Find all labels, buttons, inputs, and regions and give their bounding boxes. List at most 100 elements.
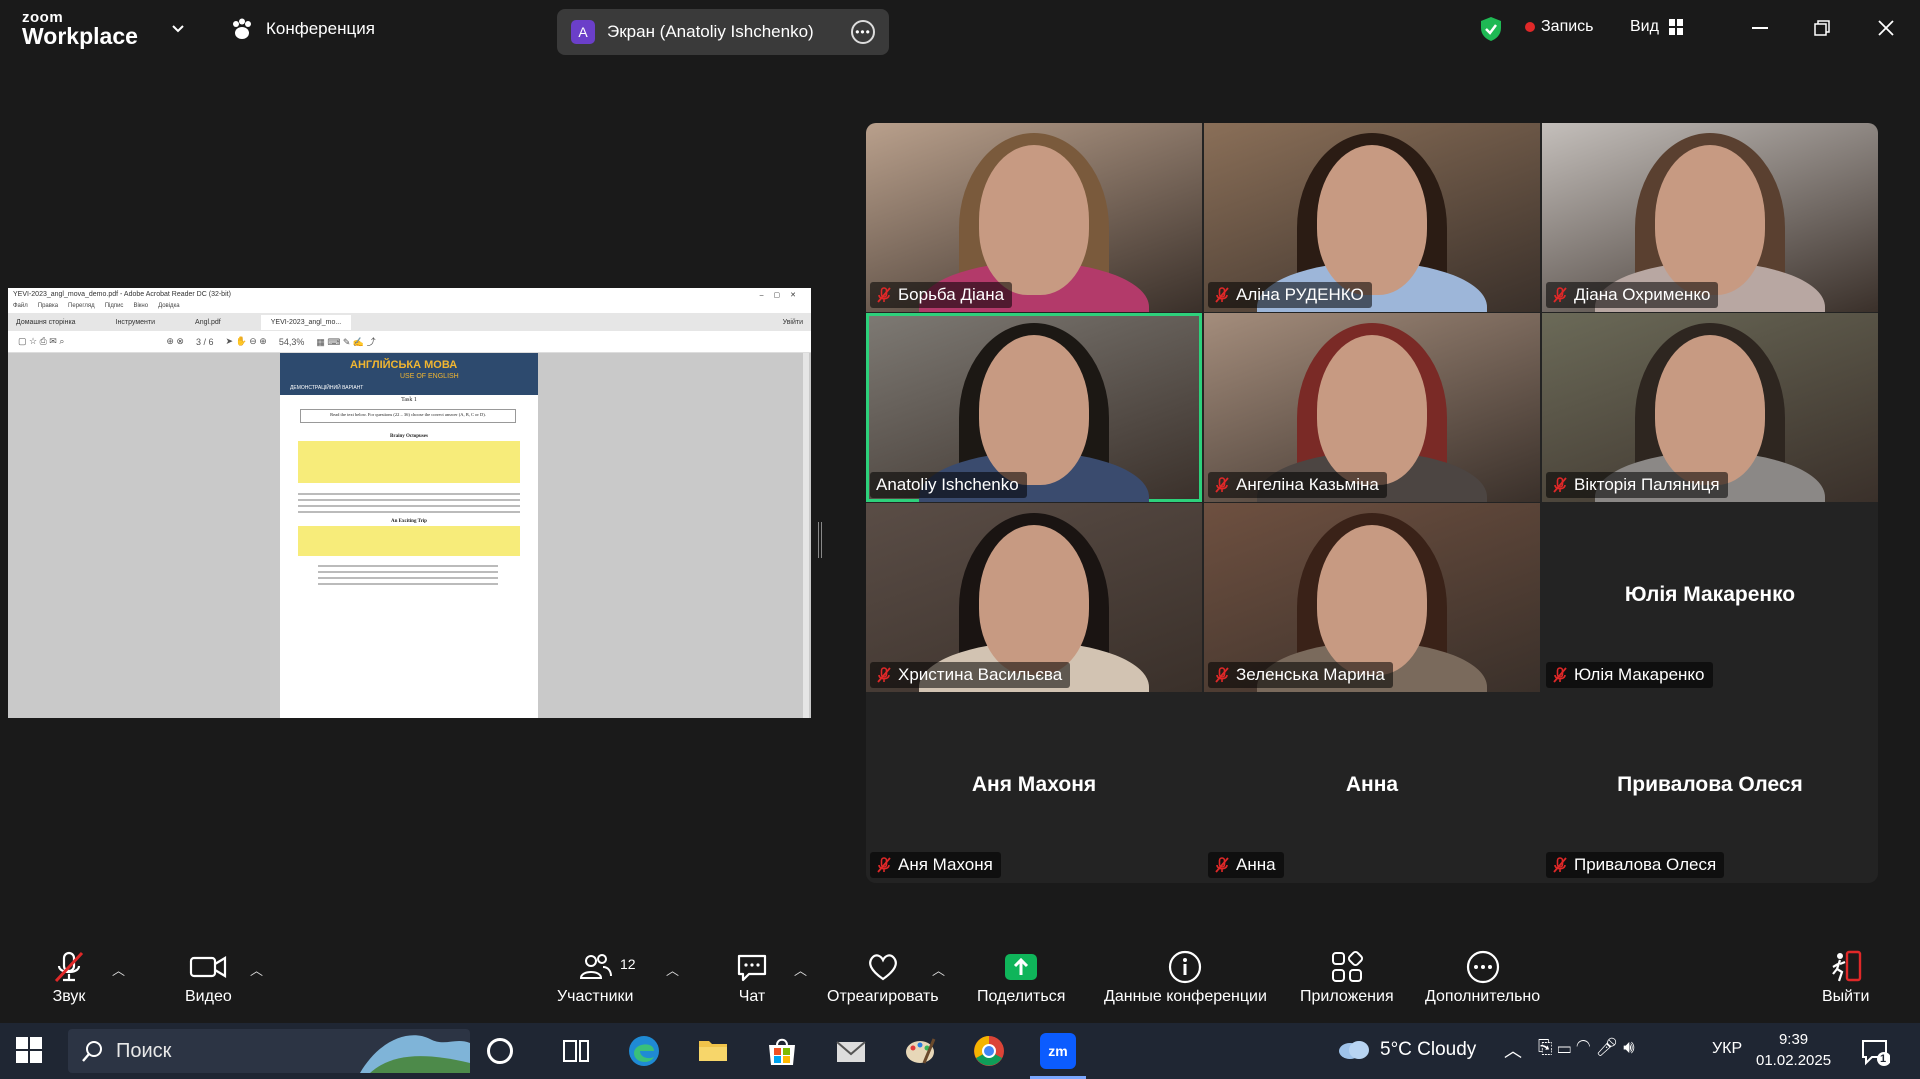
acrobat-document-area: АНГЛІЙСЬКА МОВА USE OF ENGLISH ДЕМОНСТРА… (8, 353, 811, 718)
acrobat-tab-home: Домашня сторінка (16, 318, 76, 326)
meeting-label: Конференция (266, 19, 375, 38)
shared-screen[interactable]: YEVI-2023_angl_mova_demo.pdf - Adobe Acr… (8, 288, 811, 718)
participant-display-name: Юлія Макаренко (1624, 583, 1796, 606)
restore-button[interactable] (1802, 12, 1842, 44)
apps-button[interactable]: Приложения (1300, 950, 1394, 1006)
participant-tile[interactable]: Вікторія Паляниця (1542, 313, 1878, 502)
edge-browser-icon[interactable] (626, 1033, 662, 1069)
view-button[interactable]: Вид (1630, 18, 1683, 36)
minimize-icon (1752, 27, 1768, 29)
participant-name: Аліна РУДЕНКО (1236, 285, 1364, 304)
mail-icon[interactable] (833, 1033, 869, 1069)
taskbar-search[interactable]: Поиск (68, 1029, 470, 1073)
participant-name: Діана Охрименко (1574, 285, 1711, 304)
participant-name: Anatoliy Ishchenko (876, 475, 1019, 494)
participant-name-label: Зеленська Марина (1208, 662, 1393, 688)
meeting-toolbar: Звук ︿ Видео ︿ Участники 12 ︿ Чат ︿ Отре… (0, 940, 1920, 1023)
participant-tile[interactable]: Привалова Олеся Привалова Олеся (1542, 693, 1878, 882)
mic-muted-icon (54, 951, 84, 983)
chrome-icon[interactable] (971, 1033, 1007, 1069)
cortana-icon[interactable] (487, 1038, 513, 1064)
record-dot-icon (1525, 22, 1535, 32)
chat-button[interactable]: Чат (735, 950, 769, 1006)
participant-tile[interactable]: Анна Анна (1204, 693, 1540, 882)
pdf-options-row (298, 505, 520, 507)
weather-label[interactable]: 5°C Cloudy (1380, 1039, 1476, 1061)
chevron-down-icon[interactable] (172, 22, 184, 34)
clock-time: 9:39 (1778, 1031, 1809, 1048)
participant-tile[interactable]: Христина Васильєва (866, 503, 1202, 692)
more-options-icon[interactable]: ••• (851, 20, 875, 44)
pdf-subtitle: USE OF ENGLISH (400, 373, 459, 380)
security-shield-icon[interactable] (1480, 16, 1502, 42)
record-label: Запись (1541, 18, 1594, 35)
ms-store-icon[interactable] (764, 1033, 800, 1069)
pdf-title: АНГЛІЙСЬКА МОВА (350, 359, 458, 371)
audio-button[interactable]: Звук (52, 950, 86, 1006)
pdf-page: АНГЛІЙСЬКА МОВА USE OF ENGLISH ДЕМОНСТРА… (280, 353, 538, 718)
participant-tile[interactable]: Anatoliy Ishchenko (866, 313, 1202, 502)
tray-expand-icon[interactable]: ︿ (1504, 1037, 1522, 1063)
acrobat-tab-angl: Angl.pdf (195, 318, 221, 326)
zoom-app-icon[interactable]: zm (1040, 1033, 1076, 1069)
acrobat-menu-item: Вікно (133, 303, 149, 309)
meeting-info-button[interactable]: Конференция (230, 18, 375, 40)
participant-tile[interactable]: Зеленська Марина (1204, 503, 1540, 692)
video-button[interactable]: Видео (185, 950, 232, 1006)
participant-name-label: Діана Охрименко (1546, 282, 1719, 308)
acrobat-sign-in: Увійти (782, 318, 803, 326)
pdf-options-row (318, 565, 498, 567)
share-screen-icon (1005, 954, 1038, 980)
video-gallery: Борьба Діана Аліна РУДЕНКО Діана Охрименко… (866, 123, 1878, 883)
participant-tile[interactable]: Юлія Макаренко Юлія Макаренко (1542, 503, 1878, 692)
participant-name: Вікторія Паляниця (1574, 475, 1720, 494)
pdf-text-block (298, 441, 520, 483)
participant-name: Борьба Діана (898, 285, 1005, 304)
participant-display-name: Привалова Олеся (1617, 773, 1803, 796)
task-view-icon[interactable] (558, 1033, 594, 1069)
react-button[interactable]: Отреагировать (827, 950, 939, 1006)
participant-tile[interactable]: Аліна РУДЕНКО (1204, 123, 1540, 312)
participants-caret-icon[interactable]: ︿ (666, 960, 679, 979)
screen-share-pill[interactable]: A Экран (Anatoliy Ishchenko) ••• (557, 9, 889, 55)
chat-caret-icon[interactable]: ︿ (794, 960, 807, 979)
mic-muted-icon (1215, 477, 1229, 493)
acrobat-tabs: Домашня сторінка Інструменти Angl.pdf YE… (8, 313, 811, 331)
participant-video-face (979, 335, 1089, 485)
mic-muted-icon (1553, 287, 1567, 303)
participant-tile[interactable]: Аня Махоня Аня Махоня (866, 693, 1202, 882)
participant-name: Аня Махоня (898, 855, 993, 874)
acrobat-toolbar: ▢ ☆ ⎙ ✉ ⌕ ⊕ ⊗ 3 / 6 ➤ ✋ ⊖ ⊕ 54,3% ▦ ⌨ ✎ … (8, 331, 811, 353)
participant-name-label: Ангеліна Казьміна (1208, 472, 1387, 498)
recording-indicator[interactable]: Запись (1525, 18, 1594, 36)
participant-display-name: Анна (1345, 773, 1399, 796)
participant-name: Привалова Олеся (1574, 855, 1717, 874)
participants-label: Участники (557, 988, 634, 1005)
mic-muted-icon (1553, 667, 1567, 683)
video-caret-icon[interactable]: ︿ (250, 960, 263, 979)
pdf-options-row (318, 571, 498, 573)
close-button[interactable] (1866, 12, 1906, 44)
taskbar-clock[interactable]: 9:39 01.02.2025 (1756, 1029, 1831, 1071)
windows-start-icon[interactable] (16, 1037, 42, 1063)
participant-name-label: Аня Махоня (870, 852, 1001, 878)
acrobat-tab-tools: Інструменти (115, 318, 156, 326)
participant-tile[interactable]: Ангеліна Казьміна (1204, 313, 1540, 502)
paint-icon[interactable] (902, 1033, 938, 1069)
file-explorer-icon[interactable] (695, 1033, 731, 1069)
react-caret-icon[interactable]: ︿ (932, 960, 945, 979)
participant-tile[interactable]: Борьба Діана (866, 123, 1202, 312)
minimize-button[interactable] (1740, 12, 1780, 44)
tray-icons[interactable]: ⎘ ▭ ◠ 🎤︎ 🔊︎ (1538, 1037, 1635, 1058)
language-indicator[interactable]: УКР (1712, 1040, 1742, 1058)
participant-tile[interactable]: Діана Охрименко (1542, 123, 1878, 312)
split-resize-handle[interactable] (818, 522, 822, 558)
meeting-info-toolbar-button[interactable]: Данные конференции (1104, 950, 1267, 1006)
share-button[interactable]: Поделиться (977, 950, 1065, 1006)
clock-date: 01.02.2025 (1756, 1052, 1832, 1069)
more-button[interactable]: Дополнительно (1425, 950, 1540, 1006)
mic-muted-icon (877, 667, 891, 683)
leave-button[interactable]: Выйти (1822, 950, 1869, 1006)
audio-caret-icon[interactable]: ︿ (112, 960, 125, 979)
acrobat-scrollbar[interactable] (803, 353, 809, 718)
